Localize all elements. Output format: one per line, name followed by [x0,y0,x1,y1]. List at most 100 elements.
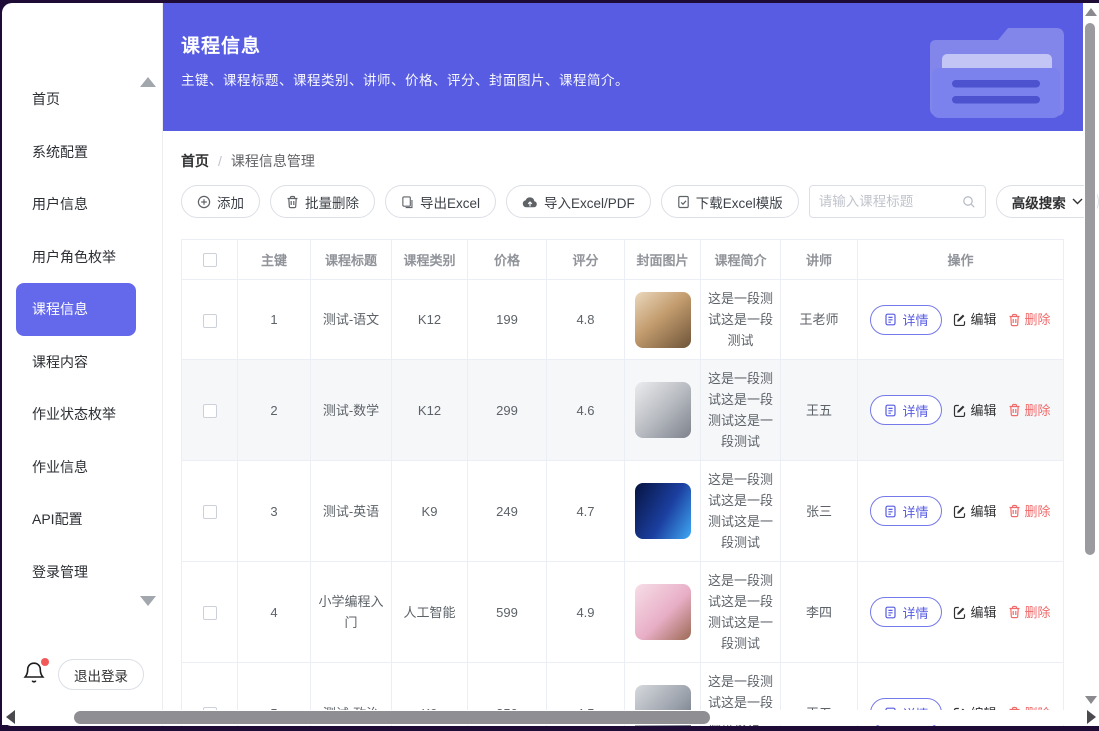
bell-icon[interactable] [22,660,48,688]
import-excel-button[interactable]: 导入Excel/PDF [506,185,651,218]
add-button[interactable]: 添加 [181,185,260,218]
delete-button[interactable]: 删除 [1008,309,1051,330]
detail-button[interactable]: 详情 [870,597,942,627]
scroll-up-arrow-icon[interactable] [1085,8,1097,16]
export-excel-button[interactable]: 导出Excel [385,185,496,218]
column-header-3: 价格 [468,240,547,280]
delete-button[interactable]: 删除 [1008,400,1051,421]
sidebar-item-5[interactable]: 课程内容 [16,336,136,389]
breadcrumb-separator: / [218,153,222,169]
copy-document-icon [401,195,414,209]
detail-button[interactable]: 详情 [870,496,942,526]
sidebar-item-3[interactable]: 用户角色枚举 [16,231,136,284]
cell-intro: 这是一段测试这是一段测试 [701,280,781,360]
anime-girl-photo[interactable] [635,584,691,640]
cell-intro: 这是一段测试这是一段测试这是一段测试 [701,461,781,562]
toolbar: 添加 批量删除 导出Excel 导入Excel/PDF 下载Excel模版 [181,185,1063,218]
breadcrumb: 首页 / 课程信息管理 [181,151,1099,171]
download-template-button[interactable]: 下载Excel模版 [661,185,799,218]
horizontal-scrollbar [2,710,1083,725]
edit-pencil-icon [953,505,966,518]
document-icon [884,505,897,518]
cell-title: 测试-语文 [311,280,392,360]
table-row: 4小学编程入门人工智能5994.9这是一段测试这是一段测试这是一段测试李四详情编… [182,562,1064,663]
cell-category: K12 [392,280,468,360]
table-row: 3测试-英语K92494.7这是一段测试这是一段测试这是一段测试张三详情编辑删除 [182,461,1064,562]
scroll-right-arrow-icon[interactable] [1087,710,1096,724]
cell-score: 4.9 [547,562,625,663]
sidebar-menu: 首页系统配置用户信息用户角色枚举课程信息课程内容作业状态枚举作业信息API配置登… [2,73,162,598]
sidebar-item-4[interactable]: 课程信息 [16,283,136,336]
sidebar-item-0[interactable]: 首页 [16,73,136,126]
column-header-6: 课程简介 [701,240,781,280]
delete-button[interactable]: 删除 [1008,501,1051,522]
scroll-down-arrow-icon[interactable] [1085,696,1097,704]
course-table: 主键课程标题课程类别价格评分封面图片课程简介讲师操作 1测试-语文K121994… [181,239,1064,726]
cell-score: 4.7 [547,461,625,562]
sidebar-scroll-down-icon[interactable] [140,596,156,606]
search-box [809,185,986,218]
table-row: 1测试-语文K121994.8这是一段测试这是一段测试王老师详情编辑删除 [182,280,1064,360]
edit-button[interactable]: 编辑 [953,501,996,522]
breadcrumb-home-link[interactable]: 首页 [181,151,209,171]
plus-circle-icon [197,195,211,209]
scroll-left-arrow-icon[interactable] [6,710,15,724]
document-icon [884,404,897,417]
sidebar-item-7[interactable]: 作业信息 [16,441,136,494]
sidebar-item-1[interactable]: 系统配置 [16,126,136,179]
edit-pencil-icon [953,404,966,417]
laptop-desk-photo[interactable] [635,292,691,348]
column-header-1: 课程标题 [311,240,392,280]
sidebar: 首页系统配置用户信息用户角色枚举课程信息课程内容作业状态枚举作业信息API配置登… [2,3,163,726]
edit-pencil-icon [953,313,966,326]
sidebar-item-8[interactable]: API配置 [16,493,136,546]
row-checkbox[interactable] [203,404,217,418]
edit-pencil-icon [953,606,966,619]
detail-button[interactable]: 详情 [870,305,942,335]
magnifier-icon[interactable] [962,195,976,209]
cell-id: 4 [238,562,311,663]
cell-title: 测试-数学 [311,360,392,461]
breadcrumb-current: 课程信息管理 [231,151,315,171]
row-checkbox[interactable] [203,314,217,328]
folder-icon [922,24,1070,125]
course-table-wrap: 主键课程标题课程类别价格评分封面图片课程简介讲师操作 1测试-语文K121994… [181,239,1063,726]
search-input[interactable] [819,194,962,209]
cell-id: 2 [238,360,311,461]
cell-id: 3 [238,461,311,562]
cloud-upload-icon [522,196,538,208]
trash-icon [1008,605,1021,619]
reading-book-photo[interactable] [635,382,691,438]
cell-title: 小学编程入门 [311,562,392,663]
cell-score: 4.6 [547,360,625,461]
cell-category: 人工智能 [392,562,468,663]
cell-price: 199 [468,280,547,360]
cell-price: 249 [468,461,547,562]
sidebar-item-2[interactable]: 用户信息 [16,178,136,231]
horizontal-scrollbar-thumb[interactable] [74,711,710,724]
cell-teacher: 王老师 [781,280,858,360]
column-header-0: 主键 [238,240,311,280]
sidebar-item-9[interactable]: 登录管理 [16,546,136,599]
page-header-banner: 课程信息 主键、课程标题、课程类别、讲师、价格、评分、封面图片、课程简介。 [163,3,1083,131]
logout-button[interactable]: 退出登录 [58,659,144,690]
edit-button[interactable]: 编辑 [953,602,996,623]
edit-button[interactable]: 编辑 [953,400,996,421]
column-header-4: 评分 [547,240,625,280]
sidebar-item-6[interactable]: 作业状态枚举 [16,388,136,441]
cell-score: 4.8 [547,280,625,360]
edit-button[interactable]: 编辑 [953,309,996,330]
select-all-checkbox[interactable] [203,253,217,267]
table-header-row: 主键课程标题课程类别价格评分封面图片课程简介讲师操作 [182,240,1064,280]
blue-wave-photo[interactable] [635,483,691,539]
delete-button[interactable]: 删除 [1008,602,1051,623]
app-window: 首页系统配置用户信息用户角色枚举课程信息课程内容作业状态枚举作业信息API配置登… [0,0,1099,731]
row-checkbox[interactable] [203,505,217,519]
batch-delete-button[interactable]: 批量删除 [270,185,375,218]
row-checkbox[interactable] [203,606,217,620]
notification-badge [41,658,49,666]
detail-button[interactable]: 详情 [870,395,942,425]
column-header-7: 讲师 [781,240,858,280]
vertical-scrollbar-thumb[interactable] [1085,23,1095,555]
trash-icon [1008,504,1021,518]
